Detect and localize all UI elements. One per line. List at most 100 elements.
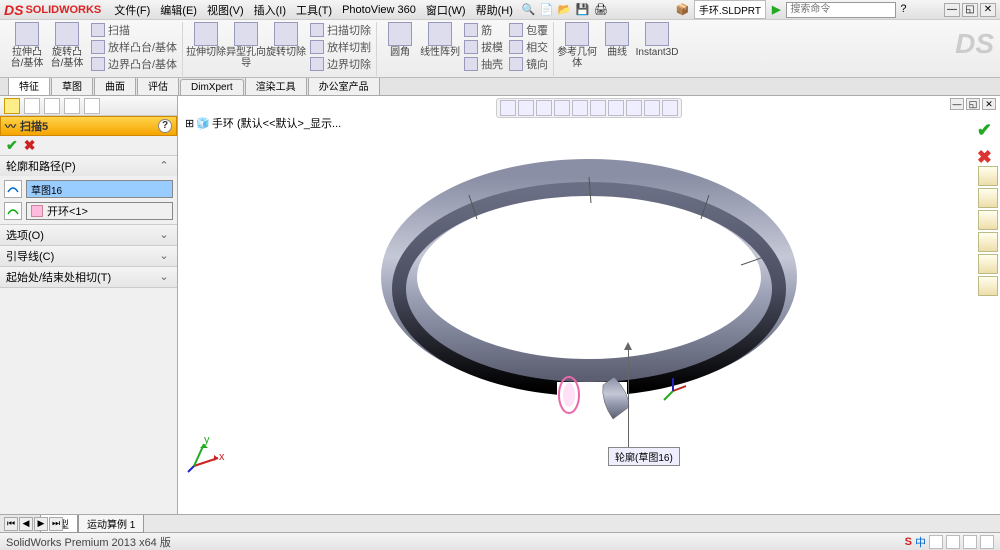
- mdi-close[interactable]: ✕: [982, 98, 996, 110]
- menu-photoview[interactable]: PhotoView 360: [337, 2, 421, 18]
- graphics-viewport[interactable]: — ◱ ✕ ⊞ 🧊 手环 (默认<<默认>_显示... ✔ ✖: [178, 96, 1000, 514]
- view-scene-icon[interactable]: [644, 100, 660, 116]
- view-settings-icon[interactable]: [662, 100, 678, 116]
- status-ime-kbd-icon[interactable]: [946, 535, 960, 549]
- status-ime-softkbd-icon[interactable]: [980, 535, 994, 549]
- cmd-rib[interactable]: 筋: [462, 22, 505, 38]
- pm-cancel-button[interactable]: ✖: [24, 137, 36, 154]
- fm-tab-feature[interactable]: [24, 98, 40, 114]
- cmd-loft-boss[interactable]: 放样凸台/基体: [89, 39, 179, 55]
- taskpane-resources-icon[interactable]: [978, 166, 998, 186]
- cmd-draft[interactable]: 拔模: [462, 39, 505, 55]
- taskpane-appearances-icon[interactable]: [978, 254, 998, 274]
- confirm-cancel-button[interactable]: ✖: [977, 147, 992, 168]
- menu-view[interactable]: 视图(V): [202, 0, 249, 20]
- cmd-revolve-cut[interactable]: 旋转切除: [266, 22, 306, 72]
- status-ime-label[interactable]: 中: [915, 534, 926, 550]
- menu-insert[interactable]: 插入(I): [249, 0, 291, 20]
- view-display-icon[interactable]: [590, 100, 606, 116]
- pm-section-profile-path[interactable]: 轮廓和路径(P) ⌃: [0, 156, 177, 176]
- view-zoom-area-icon[interactable]: [518, 100, 534, 116]
- window-minimize[interactable]: —: [944, 3, 960, 17]
- tab-office-products[interactable]: 办公室产品: [308, 75, 380, 95]
- expand-icon[interactable]: ⊞: [185, 117, 194, 130]
- tab-features[interactable]: 特征: [8, 75, 50, 95]
- taskpane-custom-props-icon[interactable]: [978, 276, 998, 296]
- window-restore[interactable]: ◱: [962, 3, 978, 17]
- cmd-mirror[interactable]: 镜向: [507, 56, 550, 72]
- status-ime-settings-icon[interactable]: [963, 535, 977, 549]
- taskpane-explorer-icon[interactable]: [978, 210, 998, 230]
- tab-render-tools[interactable]: 渲染工具: [245, 75, 307, 95]
- pm-help-button[interactable]: ?: [158, 119, 172, 133]
- pm-section-guides[interactable]: 引导线(C) ⌄: [0, 246, 177, 266]
- fm-tab-property[interactable]: [4, 98, 20, 114]
- flyout-feature-tree[interactable]: ⊞ 🧊 手环 (默认<<默认>_显示...: [182, 114, 344, 132]
- cmd-shell[interactable]: 抽壳: [462, 56, 505, 72]
- window-close[interactable]: ✕: [980, 3, 996, 17]
- cmd-boundary-cut[interactable]: 边界切除: [308, 56, 373, 72]
- view-appearance-icon[interactable]: [626, 100, 642, 116]
- qat-open-icon[interactable]: 📂: [558, 3, 572, 17]
- menu-window[interactable]: 窗口(W): [421, 0, 471, 20]
- mdi-restore[interactable]: ◱: [966, 98, 980, 110]
- mdi-minimize[interactable]: —: [950, 98, 964, 110]
- tab-nav-first[interactable]: ⏮: [4, 517, 18, 531]
- pm-section-options[interactable]: 选项(O) ⌄: [0, 225, 177, 245]
- qat-new-icon[interactable]: 📄: [540, 3, 554, 17]
- menu-edit[interactable]: 编辑(E): [155, 0, 202, 20]
- cmd-boundary-boss[interactable]: 边界凸台/基体: [89, 56, 179, 72]
- status-ime-s-icon[interactable]: S: [905, 536, 912, 548]
- pm-section-start-end[interactable]: 起始处/结束处相切(T) ⌄: [0, 267, 177, 287]
- pm-ok-button[interactable]: ✔: [6, 137, 18, 154]
- view-orientation-icon[interactable]: [572, 100, 588, 116]
- confirm-ok-button[interactable]: ✔: [977, 120, 992, 141]
- cmd-extrude-boss[interactable]: 拉伸凸台/基体: [7, 22, 47, 72]
- tab-sketch[interactable]: 草图: [51, 75, 93, 95]
- orientation-triad[interactable]: x y: [186, 434, 226, 474]
- cmd-fillet[interactable]: 圆角: [380, 22, 420, 72]
- tab-nav-last[interactable]: ⏭: [49, 517, 63, 531]
- tab-surfaces[interactable]: 曲面: [94, 75, 136, 95]
- cmd-intersect[interactable]: 相交: [507, 39, 550, 55]
- document-name[interactable]: 手环.SLDPRT: [694, 0, 766, 19]
- cmd-revolve-boss[interactable]: 旋转凸台/基体: [47, 22, 87, 72]
- cmd-curves[interactable]: 曲线: [597, 22, 637, 69]
- fm-tab-dimxpert[interactable]: [64, 98, 80, 114]
- qat-icon[interactable]: 🔍: [522, 3, 536, 17]
- help-icon[interactable]: ?: [900, 3, 914, 17]
- bottom-tab-motion-study[interactable]: 运动算例 1: [78, 515, 144, 533]
- menu-file[interactable]: 文件(F): [109, 0, 155, 20]
- tab-nav-prev[interactable]: ◀: [19, 517, 33, 531]
- cmd-instant3d[interactable]: Instant3D: [637, 22, 677, 69]
- taskpane-view-palette-icon[interactable]: [978, 232, 998, 252]
- view-section-icon[interactable]: [554, 100, 570, 116]
- cmd-extrude-cut[interactable]: 拉伸切除: [186, 22, 226, 72]
- cmd-sweep[interactable]: 扫描: [89, 22, 179, 38]
- cmd-sweep-cut[interactable]: 扫描切除: [308, 22, 373, 38]
- tab-dimxpert[interactable]: DimXpert: [180, 79, 244, 95]
- cmd-loft-cut[interactable]: 放样切割: [308, 39, 373, 55]
- profile-callout[interactable]: 轮廓(草图16): [608, 447, 680, 466]
- fm-tab-display[interactable]: [84, 98, 100, 114]
- tab-nav-next[interactable]: ▶: [34, 517, 48, 531]
- search-input[interactable]: [786, 2, 896, 18]
- view-zoom-fit-icon[interactable]: [500, 100, 516, 116]
- search-run-icon[interactable]: ▶: [772, 3, 780, 16]
- tab-evaluate[interactable]: 评估: [137, 75, 179, 95]
- qat-print-icon[interactable]: 🖨: [594, 3, 608, 17]
- profile-field[interactable]: 草图16: [26, 180, 173, 198]
- cmd-ref-geometry[interactable]: 参考几何体: [557, 22, 597, 69]
- view-hide-show-icon[interactable]: [608, 100, 624, 116]
- view-prev-icon[interactable]: [536, 100, 552, 116]
- cmd-linear-pattern[interactable]: 线性阵列: [420, 22, 460, 72]
- taskpane-library-icon[interactable]: [978, 188, 998, 208]
- menu-help[interactable]: 帮助(H): [471, 0, 518, 20]
- qat-save-icon[interactable]: 💾: [576, 3, 590, 17]
- status-ime-punct-icon[interactable]: [929, 535, 943, 549]
- path-field[interactable]: 开环<1>: [26, 202, 173, 220]
- cmd-hole-wizard[interactable]: 异型孔向导: [226, 22, 266, 72]
- cmd-wrap[interactable]: 包覆: [507, 22, 550, 38]
- menu-tools[interactable]: 工具(T): [291, 0, 337, 20]
- fm-tab-config[interactable]: [44, 98, 60, 114]
